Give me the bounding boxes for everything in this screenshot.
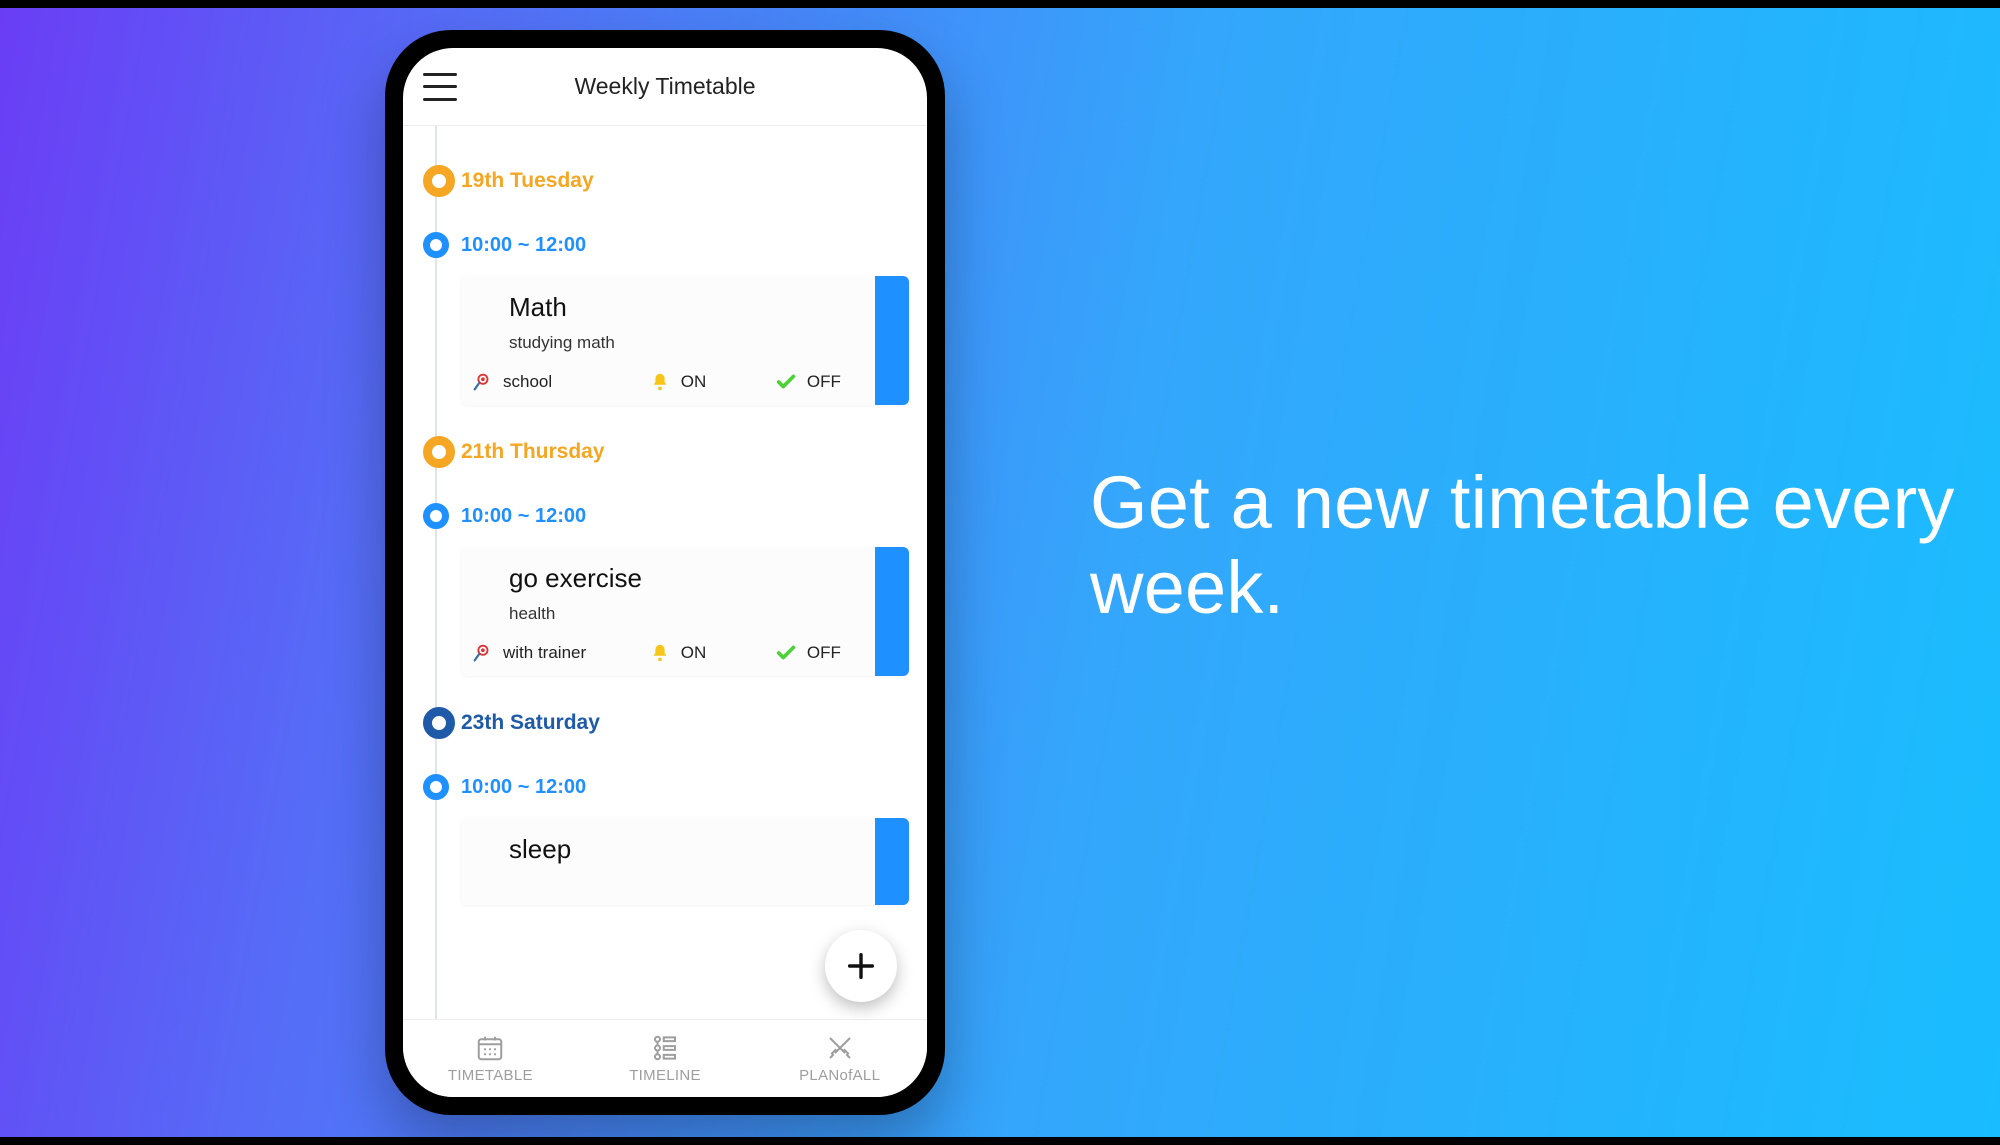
event-location: with trainer [503,643,586,663]
plus-icon [844,949,878,983]
day-label: 23th Saturday [461,711,600,735]
time-label: 10:00 ~ 12:00 [461,776,586,799]
check-icon [775,642,797,664]
event-meta: school ON [471,371,891,393]
event-title: Math [509,292,891,323]
app-title: Weekly Timetable [403,73,927,100]
event-meta: with trainer ON [471,642,891,664]
day-header: 19th Tuesday [403,164,927,198]
event-card[interactable]: sleep [461,818,909,905]
swords-icon [825,1033,855,1063]
menu-icon[interactable] [423,73,457,101]
timeline-body[interactable]: 19th Tuesday 10:00 ~ 12:00 Math studying… [403,126,927,1019]
location-pin-icon [471,642,493,664]
event-alarm: ON [681,372,707,392]
event-check: OFF [807,643,841,663]
day-dot-icon [423,165,455,197]
time-label: 10:00 ~ 12:00 [461,505,586,528]
event-card[interactable]: go exercise health with trainer [461,547,909,676]
letterbox-bottom [0,1137,2000,1145]
promo-tagline: Get a new timetable every week. [1090,460,2000,630]
card-accent [875,276,909,405]
time-label: 10:00 ~ 12:00 [461,234,586,257]
phone-screen: Weekly Timetable 19th Tuesday 10:00 ~ 12… [403,48,927,1097]
time-row: 10:00 ~ 12:00 [403,770,927,804]
event-title: sleep [509,834,891,865]
day-label: 21th Thursday [461,440,605,464]
calendar-icon [475,1033,505,1063]
check-icon [775,371,797,393]
time-dot-icon [423,774,449,800]
bell-icon [649,642,671,664]
bell-icon [649,371,671,393]
phone-frame: Weekly Timetable 19th Tuesday 10:00 ~ 12… [385,30,945,1115]
event-subtitle: studying math [509,333,891,353]
letterbox-top [0,0,2000,8]
day-header: 21th Thursday [403,435,927,469]
event-alarm: ON [681,643,707,663]
app-header: Weekly Timetable [403,48,927,126]
day-dot-icon [423,707,455,739]
event-check: OFF [807,372,841,392]
card-accent [875,818,909,905]
nav-label: TIMETABLE [448,1067,533,1084]
event-title: go exercise [509,563,891,594]
time-row: 10:00 ~ 12:00 [403,228,927,262]
nav-label: TIMELINE [629,1067,701,1084]
day-dot-icon [423,436,455,468]
nav-label: PLANofALL [799,1067,880,1084]
nav-planofall[interactable]: PLANofALL [752,1020,927,1097]
event-location: school [503,372,552,392]
card-accent [875,547,909,676]
time-row: 10:00 ~ 12:00 [403,499,927,533]
nav-timetable[interactable]: TIMETABLE [403,1020,578,1097]
bottom-nav: TIMETABLE TIMELINE [403,1019,927,1097]
add-event-button[interactable] [825,930,897,1002]
day-header: 23th Saturday [403,706,927,740]
day-label: 19th Tuesday [461,169,594,193]
time-dot-icon [423,503,449,529]
nav-timeline[interactable]: TIMELINE [578,1020,753,1097]
event-subtitle: health [509,604,891,624]
time-dot-icon [423,232,449,258]
location-pin-icon [471,371,493,393]
event-card[interactable]: Math studying math school [461,276,909,405]
timeline-icon [650,1033,680,1063]
